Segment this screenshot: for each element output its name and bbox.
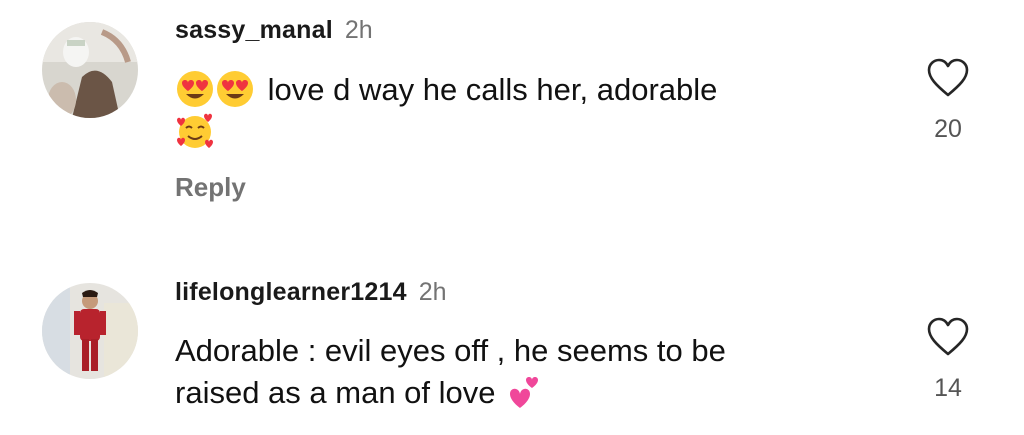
heart-outline-icon <box>927 58 969 97</box>
like-button[interactable]: 14 <box>918 317 978 403</box>
like-count: 14 <box>934 374 962 402</box>
like-button[interactable]: 20 <box>918 58 978 144</box>
comment-body: love d way he calls her, adorable <box>267 72 718 107</box>
comment-header: sassy_manal 2h <box>175 16 373 45</box>
avatar-image <box>42 283 138 379</box>
avatar-image <box>42 22 138 118</box>
heart-eyes-emoji-icon <box>175 69 215 109</box>
comment-text: love d way he calls her, adorable <box>175 69 875 155</box>
comment-header: lifelonglearner1214 2h <box>175 278 447 307</box>
two-hearts-emoji-icon <box>504 372 544 412</box>
smiling-face-with-hearts-emoji-icon <box>175 112 215 152</box>
like-count: 20 <box>934 115 962 143</box>
reply-button[interactable]: Reply <box>175 172 246 203</box>
username[interactable]: sassy_manal <box>175 16 333 44</box>
comment-body-line-2: raised as a man of love <box>175 375 496 410</box>
heart-eyes-emoji-icon <box>215 69 255 109</box>
timestamp: 2h <box>418 278 447 306</box>
comment-text: Adorable : evil eyes off , he seems to b… <box>175 330 895 415</box>
timestamp: 2h <box>344 16 373 44</box>
username[interactable]: lifelonglearner1214 <box>175 278 407 306</box>
comment-item: sassy_manal 2h love d way he calls her, a… <box>0 0 1024 245</box>
avatar[interactable] <box>42 22 138 118</box>
avatar[interactable] <box>42 283 138 379</box>
comment-item: lifelonglearner1214 2h Adorable : evil ey… <box>0 245 1024 435</box>
heart-outline-icon <box>927 317 969 356</box>
comment-body-line-1: Adorable : evil eyes off , he seems to b… <box>175 333 726 368</box>
